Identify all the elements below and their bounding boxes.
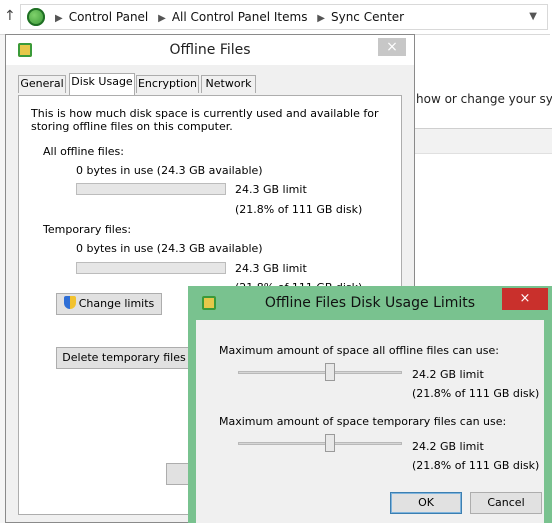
divider <box>404 153 552 154</box>
tab-disk-usage[interactable]: Disk Usage <box>69 73 135 95</box>
close-button[interactable]: × <box>378 38 406 56</box>
change-limits-button[interactable]: Change limits <box>56 293 162 315</box>
temp-files-max-label: Maximum amount of space temporary files … <box>219 415 507 428</box>
change-limits-label: Change limits <box>78 297 155 310</box>
uac-shield-icon <box>63 296 76 309</box>
all-files-max-label: Maximum amount of space all offline file… <box>219 344 499 357</box>
ok-button[interactable]: OK <box>390 492 462 514</box>
temp-files-usage-bar <box>76 262 226 274</box>
sync-center-icon <box>27 8 45 26</box>
chevron-right-icon[interactable]: ▶ <box>55 13 63 24</box>
breadcrumb-all-items[interactable]: All Control Panel Items <box>172 10 308 24</box>
dialog-body: Maximum amount of space all offline file… <box>196 320 544 523</box>
temp-files-slider-thumb[interactable] <box>325 434 335 452</box>
disk-usage-limits-dialog: Offline Files Disk Usage Limits × Maximu… <box>188 286 552 523</box>
address-box[interactable]: ▶ Control Panel ▶ All Control Panel Items … <box>20 4 548 30</box>
all-files-max-limit: 24.2 GB limit <box>412 368 484 381</box>
all-files-max-percent: (21.8% of 111 GB disk) <box>412 387 540 400</box>
all-files-limit: 24.3 GB limit <box>235 183 307 196</box>
all-files-usage: 0 bytes in use (24.3 GB available) <box>76 164 263 177</box>
all-files-limit-percent: (21.8% of 111 GB disk) <box>235 203 363 216</box>
breadcrumb-control-panel[interactable]: Control Panel <box>69 10 149 24</box>
tab-general[interactable]: General <box>18 75 66 93</box>
chevron-right-icon[interactable]: ▶ <box>317 13 325 24</box>
dialog-title-bar[interactable]: Offline Files Disk Usage Limits × <box>188 286 552 320</box>
temp-files-limit: 24.3 GB limit <box>235 262 307 275</box>
cancel-button[interactable]: Cancel <box>470 492 542 514</box>
dialog-title: Offline Files Disk Usage Limits <box>264 295 476 311</box>
sync-description-text: how or change your synch <box>416 92 552 106</box>
all-files-label: All offline files: <box>43 145 124 158</box>
close-button[interactable]: × <box>502 288 548 310</box>
chevron-down-icon[interactable]: ▼ <box>529 11 537 22</box>
temp-files-slider-track[interactable] <box>238 442 402 445</box>
breadcrumb-sync-center[interactable]: Sync Center <box>331 10 404 24</box>
all-files-usage-bar <box>76 183 226 195</box>
dialog-title-bar[interactable]: Offline Files × <box>6 35 414 65</box>
toolbar-band <box>404 129 552 153</box>
disk-usage-description: This is how much disk space is currently… <box>31 107 379 133</box>
up-arrow-icon[interactable]: ↑ <box>4 8 16 24</box>
all-files-slider-track[interactable] <box>238 371 402 374</box>
delete-temporary-files-button[interactable]: Delete temporary files <box>56 347 192 369</box>
temp-files-max-percent: (21.8% of 111 GB disk) <box>412 459 540 472</box>
dialog-title: Offline Files <box>169 42 251 58</box>
all-files-slider-thumb[interactable] <box>325 363 335 381</box>
tab-encryption[interactable]: Encryption <box>136 75 199 93</box>
address-bar: ↑ ▶ Control Panel ▶ All Control Panel Item… <box>0 0 550 35</box>
breadcrumb: ▶ Control Panel ▶ All Control Panel Items … <box>49 10 404 24</box>
temp-files-max-limit: 24.2 GB limit <box>412 440 484 453</box>
temp-files-label: Temporary files: <box>43 223 132 236</box>
temp-files-usage: 0 bytes in use (24.3 GB available) <box>76 242 263 255</box>
tab-network[interactable]: Network <box>201 75 256 93</box>
chevron-right-icon[interactable]: ▶ <box>158 13 166 24</box>
